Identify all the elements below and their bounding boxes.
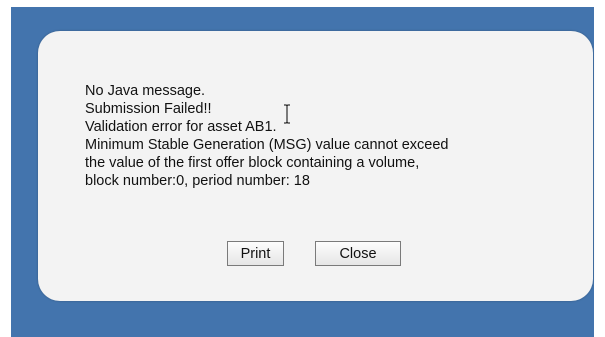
message-line-msg-detail-2: the value of the first offer block conta… bbox=[85, 155, 420, 171]
message-line-java: No Java message. bbox=[85, 83, 206, 99]
dialog-buttons: Print Close bbox=[38, 241, 593, 267]
message-line-validation-error: Validation error for asset AB1. bbox=[85, 119, 277, 135]
message-line-submission-status: Submission Failed!! bbox=[85, 101, 212, 117]
print-button[interactable]: Print bbox=[227, 241, 284, 266]
message-line-msg-detail-1: Minimum Stable Generation (MSG) value ca… bbox=[85, 137, 449, 153]
message-line-block-period: block number:0, period number: 18 bbox=[85, 173, 310, 189]
error-message: No Java message. Submission Failed!! Val… bbox=[85, 82, 565, 190]
error-dialog: No Java message. Submission Failed!! Val… bbox=[38, 31, 593, 301]
close-button[interactable]: Close bbox=[315, 241, 401, 266]
text-cursor-icon bbox=[284, 104, 290, 124]
